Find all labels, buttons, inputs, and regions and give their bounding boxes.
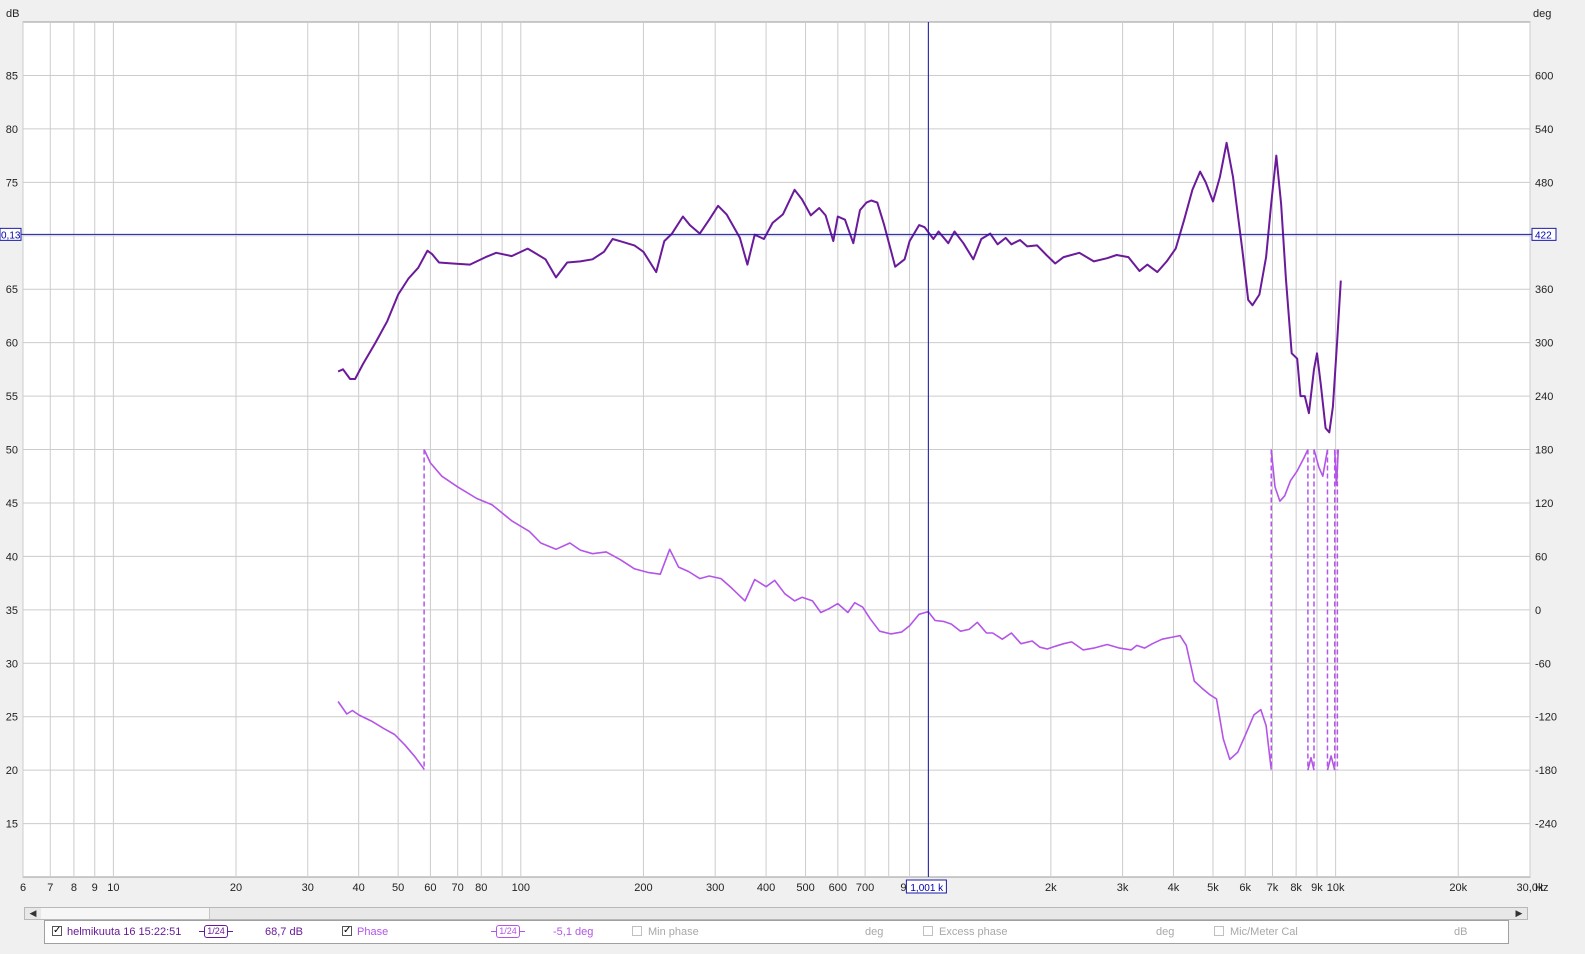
legend-bar: ✓ helmikuuta 16 15:22:51 1/24 68,7 dB ✓ … [44, 920, 1509, 944]
x-tick-label: 700 [856, 882, 874, 894]
y-tick-label: 35 [6, 605, 18, 617]
min-phase-unit: deg [865, 926, 884, 938]
y-tick-label: 45 [6, 498, 18, 510]
y2-tick-label: -180 [1535, 765, 1557, 777]
scroll-right-arrow-icon[interactable]: ▶ [1511, 908, 1527, 919]
y-tick-label: 15 [6, 819, 18, 831]
x-tick-label: 60 [424, 882, 436, 894]
x-tick-label: 600 [829, 882, 847, 894]
x-tick-label: 4k [1168, 882, 1180, 894]
horizontal-scrollbar[interactable]: ◀ ▶ [24, 907, 1528, 920]
y2-tick-label: 0 [1535, 605, 1541, 617]
x-tick-label: 20 [230, 882, 242, 894]
x-tick-label: 10k [1327, 882, 1345, 894]
min-phase-checkbox[interactable] [632, 926, 642, 936]
measurement-name[interactable]: helmikuuta 16 15:22:51 [67, 921, 181, 943]
x-tick-label: 40 [353, 882, 365, 894]
x-tick-label: 7 [47, 882, 53, 894]
x-tick-label: 9k [1311, 882, 1323, 894]
x-tick-label: 2k [1045, 882, 1057, 894]
x-tick-label: 5k [1207, 882, 1219, 894]
left-y-tick-labels: 152025303540455055606570758085 [6, 70, 18, 830]
cursor-frequency-readout: 1,001 k [910, 883, 944, 894]
x-tick-label: 6 [20, 882, 26, 894]
y-tick-label: 60 [6, 338, 18, 350]
cursor-right-readout: 422 [1535, 230, 1552, 241]
y-tick-label: 55 [6, 391, 18, 403]
x-tick-label: 3k [1117, 882, 1129, 894]
excess-phase-unit: deg [1156, 926, 1175, 938]
x-tick-label: 400 [757, 882, 775, 894]
x-tick-label: 8k [1290, 882, 1302, 894]
y-tick-label: 25 [6, 712, 18, 724]
x-tick-label: 20k [1449, 882, 1467, 894]
y2-tick-label: 300 [1535, 338, 1553, 350]
phase-smoothing-badge[interactable]: 1/24 [496, 925, 520, 938]
x-tick-label: 6k [1239, 882, 1251, 894]
y2-tick-label: 480 [1535, 177, 1553, 189]
y-tick-label: 75 [6, 177, 18, 189]
y2-tick-label: 120 [1535, 498, 1553, 510]
x-tick-label: 7k [1267, 882, 1279, 894]
mic-cal-unit: dB [1454, 926, 1468, 938]
y2-tick-label: 600 [1535, 70, 1553, 82]
x-tick-label: 10 [107, 882, 119, 894]
x-tick-label: 500 [796, 882, 814, 894]
mic-cal-checkbox[interactable] [1214, 926, 1224, 936]
y2-tick-label: -120 [1535, 712, 1557, 724]
x-tick-label: 50 [392, 882, 404, 894]
y-tick-label: 50 [6, 445, 18, 457]
y-tick-label: 20 [6, 765, 18, 777]
x-tick-label: 70 [452, 882, 464, 894]
x-tick-label: 8 [71, 882, 77, 894]
mic-cal-label[interactable]: Mic/Meter Cal [1230, 921, 1298, 943]
y2-tick-label: 540 [1535, 124, 1553, 136]
y2-tick-label: -60 [1535, 658, 1551, 670]
x-axis-unit: Hz [1535, 882, 1548, 894]
x-tick-label: 30 [302, 882, 314, 894]
excess-phase-label[interactable]: Excess phase [939, 921, 1007, 943]
y2-tick-label: 360 [1535, 284, 1553, 296]
left-axis-unit: dB [6, 8, 19, 20]
measurement-checkbox[interactable]: ✓ [52, 926, 62, 936]
x-tick-label: 200 [634, 882, 652, 894]
scroll-left-arrow-icon[interactable]: ◀ [25, 908, 41, 919]
phase-cursor-value: -5,1 deg [553, 926, 594, 938]
y2-tick-label: 180 [1535, 445, 1553, 457]
y-tick-label: 65 [6, 284, 18, 296]
y-tick-label: 40 [6, 551, 18, 563]
phase-checkbox[interactable]: ✓ [342, 926, 352, 936]
x-tick-label: 9 [92, 882, 98, 894]
phase-label[interactable]: Phase [357, 921, 388, 943]
y2-tick-label: 240 [1535, 391, 1553, 403]
x-tick-label: 100 [512, 882, 530, 894]
cursor-left-readout: 0,13 [1, 230, 21, 241]
y-tick-label: 85 [6, 70, 18, 82]
y2-tick-label: -240 [1535, 819, 1557, 831]
scroll-thumb[interactable] [41, 908, 210, 919]
min-phase-label[interactable]: Min phase [648, 921, 699, 943]
right-axis-unit: deg [1533, 8, 1551, 20]
y2-tick-label: 60 [1535, 551, 1547, 563]
excess-phase-checkbox[interactable] [923, 926, 933, 936]
y-tick-label: 30 [6, 658, 18, 670]
spl-cursor-value: 68,7 dB [265, 926, 303, 938]
x-tick-label: 80 [475, 882, 487, 894]
frequency-response-chart[interactable]: 6 7 8 9 10 20 30 40 50 60 70 80 100 200 300 400 500 600 70… [0, 0, 1585, 906]
spl-smoothing-badge[interactable]: 1/24 [204, 925, 228, 938]
y-tick-label: 80 [6, 124, 18, 136]
x-tick-label: 300 [706, 882, 724, 894]
